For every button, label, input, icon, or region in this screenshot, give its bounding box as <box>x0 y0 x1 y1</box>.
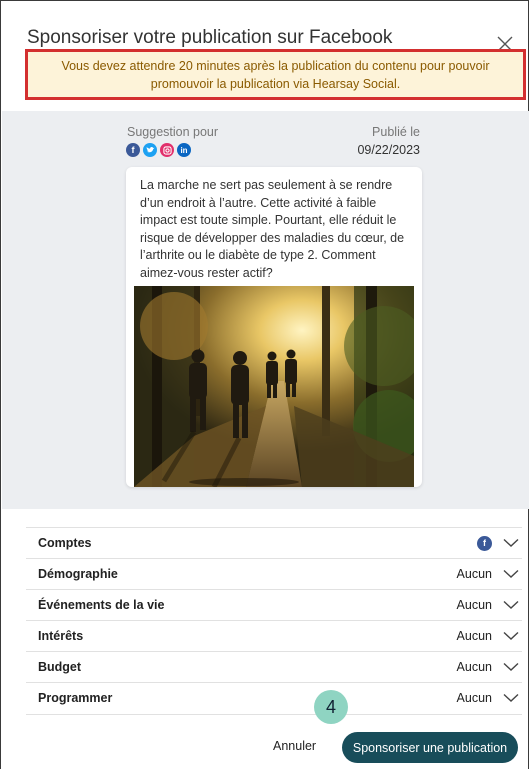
row-value: Aucun <box>456 660 492 674</box>
chevron-down-icon[interactable] <box>502 599 520 611</box>
row-value: Aucun <box>456 598 492 612</box>
row-value: Aucun <box>456 691 492 705</box>
row-value: Aucun <box>456 629 492 643</box>
chevron-down-icon[interactable] <box>502 537 520 549</box>
row-evenements[interactable]: Événements de la vie Aucun <box>26 589 522 620</box>
sponsor-options: Comptes f Démographie Aucun Événements d… <box>26 527 522 713</box>
facebook-icon: f <box>477 535 492 551</box>
cancel-button[interactable]: Annuler <box>273 739 316 753</box>
warning-alert-text: Vous devez attendre 20 minutes après la … <box>61 58 490 91</box>
row-label: Intérêts <box>38 629 84 643</box>
linkedin-icon: in <box>177 143 191 157</box>
footer-divider <box>26 714 522 715</box>
row-label: Comptes <box>38 536 92 550</box>
facebook-icon: f <box>126 143 140 157</box>
suggestion-label: Suggestion pour <box>127 125 219 139</box>
sponsor-dialog: Sponsoriser votre publication sur Facebo… <box>0 0 529 769</box>
row-demographie[interactable]: Démographie Aucun <box>26 558 522 589</box>
row-budget[interactable]: Budget Aucun <box>26 651 522 682</box>
row-label: Programmer <box>38 691 113 705</box>
chevron-down-icon[interactable] <box>502 568 520 580</box>
row-label: Démographie <box>38 567 118 581</box>
row-interets[interactable]: Intérêts Aucun <box>26 620 522 651</box>
row-label: Événements de la vie <box>38 598 165 612</box>
sponsor-post-button[interactable]: Sponsoriser une publication <box>342 732 518 763</box>
chevron-down-icon[interactable] <box>502 692 520 704</box>
post-image <box>134 286 414 487</box>
chevron-down-icon[interactable] <box>502 630 520 642</box>
row-label: Budget <box>38 660 82 674</box>
published-label: Publié le <box>372 125 420 139</box>
row-programmer[interactable]: Programmer Aucun <box>26 682 522 713</box>
row-value: Aucun <box>456 567 492 581</box>
warning-alert: Vous devez attendre 20 minutes après la … <box>25 49 526 100</box>
row-comptes[interactable]: Comptes f <box>26 527 522 558</box>
instagram-icon <box>160 143 174 157</box>
dialog-title: Sponsoriser votre publication sur Facebo… <box>27 27 393 48</box>
twitter-icon <box>143 143 157 157</box>
social-network-icons: f in <box>126 143 191 157</box>
post-text: La marche ne sert pas seulement à se ren… <box>140 178 405 280</box>
post-card: La marche ne sert pas seulement à se ren… <box>126 167 422 487</box>
step-badge: 4 <box>314 690 348 724</box>
chevron-down-icon[interactable] <box>502 661 520 673</box>
published-date: 09/22/2023 <box>357 143 420 157</box>
